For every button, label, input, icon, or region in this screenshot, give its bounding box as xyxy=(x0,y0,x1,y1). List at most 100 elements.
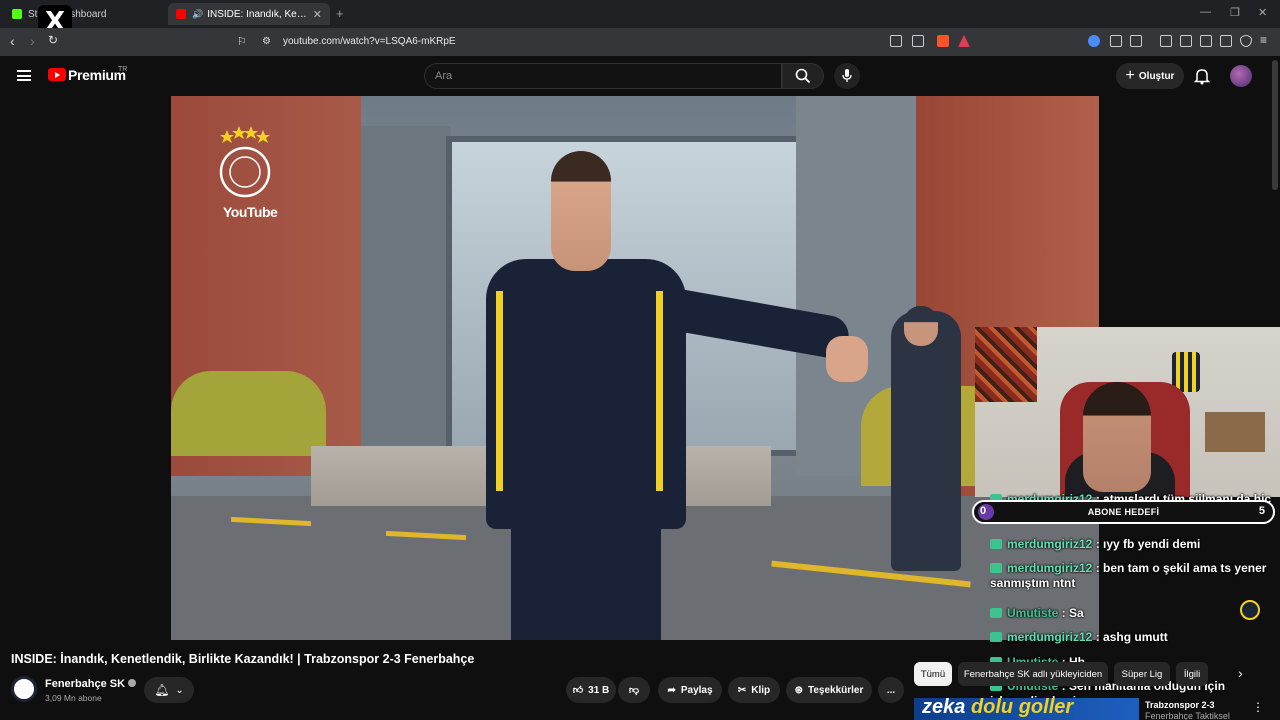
search-button[interactable] xyxy=(782,63,824,89)
thumbnail-text: zeka dolu goller xyxy=(922,698,1074,718)
menu-icon[interactable]: ≡ xyxy=(1260,33,1267,47)
share-button[interactable]: ➦ Paylaş xyxy=(658,677,722,703)
media-icon[interactable] xyxy=(1160,35,1172,47)
fenerbahce-crest-icon xyxy=(219,126,271,198)
close-window-icon[interactable]: ✕ xyxy=(1258,6,1267,19)
youtube-watermark: YouTube xyxy=(223,204,278,220)
more-actions-button[interactable]: ... xyxy=(878,677,904,703)
youtube-header: Premium TR Ara + Oluştur xyxy=(0,56,1280,96)
create-button[interactable]: + Oluştur xyxy=(1116,63,1184,89)
search-input[interactable]: Ara xyxy=(424,63,782,89)
chevron-right-icon[interactable]: › xyxy=(1238,665,1243,681)
like-button[interactable]: 👍︎ 31 B xyxy=(566,677,616,703)
screen: Stre... Dashboard 🔊 INSIDE: İnandık, Ken… xyxy=(0,0,1280,720)
search-icon xyxy=(795,68,811,84)
subscription-bell-button[interactable]: 🔔︎ ⌄ xyxy=(144,677,194,703)
youtube-logo-icon[interactable] xyxy=(48,68,66,81)
page-scrollbar[interactable] xyxy=(1272,60,1278,190)
tab-title: INSIDE: İnandık, Kenetlendik, xyxy=(207,8,307,20)
notifications-bell-icon[interactable] xyxy=(1194,67,1210,85)
thumbs-up-icon: 👍︎ xyxy=(572,685,584,696)
channel-avatar[interactable] xyxy=(11,676,37,702)
recommended-thumbnail[interactable]: zeka dolu goller xyxy=(914,698,1139,720)
bookmark-icon[interactable]: ⚐ xyxy=(237,35,247,48)
create-label: Oluştur xyxy=(1138,70,1175,82)
video-scene-pillar xyxy=(361,126,451,466)
share-icon[interactable] xyxy=(912,35,924,47)
hamburger-menu-icon[interactable] xyxy=(17,70,31,81)
dislike-button[interactable]: 👎︎ xyxy=(618,677,650,703)
youtube-favicon-icon xyxy=(176,9,186,19)
browser-tab-bar: Stre... Dashboard 🔊 INSIDE: İnandık, Ken… xyxy=(0,0,1280,28)
channel-name[interactable]: Fenerbahçe SK xyxy=(45,678,137,690)
reload-icon[interactable]: ↻ xyxy=(48,33,58,47)
minimize-icon[interactable]: — xyxy=(1200,6,1211,18)
wallet-icon[interactable] xyxy=(1200,35,1212,47)
thanks-button[interactable]: ⊛ Teşekkürler xyxy=(786,677,872,703)
chat-message: merdumgiriz12 : ashg umutt xyxy=(990,630,1275,645)
sidebar-icon[interactable] xyxy=(1130,35,1142,47)
more-icon: ... xyxy=(886,684,896,696)
video-scene-guard-head xyxy=(904,306,938,346)
kebab-menu-icon[interactable]: ⋮ xyxy=(1252,700,1264,714)
split-view-icon[interactable] xyxy=(1180,35,1192,47)
microphone-icon xyxy=(842,69,852,82)
voice-search-button[interactable] xyxy=(834,63,860,89)
chat-badge-icon xyxy=(990,539,1002,549)
recommended-title[interactable]: Trabzonspor 2-3 Fenerbahçe Taktiksel xyxy=(1145,700,1230,720)
audio-extension-icon[interactable] xyxy=(1088,35,1100,47)
chat-message: merdumgiriz12 : ben tam o şekil ama ts y… xyxy=(990,561,1267,590)
url-field[interactable]: youtube.com/watch?v=LSQA6-mKRpE xyxy=(283,36,456,47)
webcam-shelf xyxy=(1205,412,1265,452)
bell-icon: 🔔︎ xyxy=(154,683,170,697)
account-avatar[interactable] xyxy=(1230,65,1252,87)
maximize-icon[interactable]: ❐ xyxy=(1230,6,1240,19)
plus-icon: + xyxy=(1125,67,1135,84)
kick-icon xyxy=(12,9,22,19)
video-title: INSIDE: İnandık, Kenetlendik, Birlikte K… xyxy=(11,652,475,666)
tab-dashboard[interactable]: Stre... Dashboard xyxy=(4,3,164,25)
video-scene-guard xyxy=(891,311,961,571)
back-icon[interactable]: ‹ xyxy=(10,33,15,49)
video-scene-hedge xyxy=(171,371,326,456)
extensions-icon[interactable] xyxy=(1110,35,1122,47)
region-code: TR xyxy=(118,66,128,73)
chat-message: merdumgiriz12 : ıyy fb yendi demi xyxy=(990,537,1275,552)
share-arrow-icon: ➦ xyxy=(667,684,676,696)
video-player[interactable]: YouTube xyxy=(171,96,1099,640)
address-bar: ‹ › ↻ ⚐ ⚙ youtube.com/watch?v=LSQA6-mKRp… xyxy=(0,28,1280,56)
subscriber-goal-bar: 0 ABONE HEDEFİ 5 xyxy=(972,500,1275,524)
close-tab-icon[interactable]: ✕ xyxy=(313,8,322,21)
chat-badge-icon xyxy=(990,632,1002,642)
forward-icon[interactable]: › xyxy=(30,33,35,49)
tab-youtube-active[interactable]: 🔊 INSIDE: İnandık, Kenetlendik, ✕ xyxy=(168,3,330,25)
cast-icon[interactable] xyxy=(890,35,902,47)
chevron-down-icon: ⌄ xyxy=(175,684,184,696)
new-tab-button[interactable]: + xyxy=(336,6,344,21)
fenerbahce-badge-icon xyxy=(1240,600,1260,620)
chip-from-uploader[interactable]: Fenerbahçe SK adlı yükleyiciden xyxy=(958,662,1108,686)
chip-all[interactable]: Tümü xyxy=(914,662,952,686)
goal-label: ABONE HEDEFİ xyxy=(1087,507,1160,517)
video-scene-player xyxy=(466,151,868,640)
audio-icon[interactable]: 🔊 xyxy=(192,9,203,20)
subscriber-count: 3,09 Mn abone xyxy=(45,693,102,703)
chip-super-lig[interactable]: Süper Lig xyxy=(1114,662,1170,686)
clip-button[interactable]: ✂ Klip xyxy=(728,677,780,703)
webcam-streamer xyxy=(1083,382,1151,492)
rewards-icon[interactable] xyxy=(958,35,970,47)
brave-shield-icon[interactable] xyxy=(937,35,949,47)
webcam-rug xyxy=(975,327,1037,402)
chat-message: Umutiste : Sa xyxy=(990,606,1275,621)
thumbs-down-icon: 👎︎ xyxy=(628,685,640,696)
leo-ai-icon[interactable] xyxy=(1220,35,1232,47)
streamer-webcam xyxy=(975,327,1280,497)
chat-badge-icon xyxy=(990,608,1002,618)
chat-badge-icon xyxy=(990,563,1002,573)
chip-related[interactable]: İlgili xyxy=(1176,662,1208,686)
site-info-icon[interactable]: ⚙ xyxy=(262,36,271,47)
vpn-icon[interactable] xyxy=(1240,35,1252,47)
super-thanks-icon: ⊛ xyxy=(794,684,803,696)
goal-target: 5 xyxy=(1258,505,1265,517)
scissors-icon: ✂ xyxy=(737,684,747,696)
